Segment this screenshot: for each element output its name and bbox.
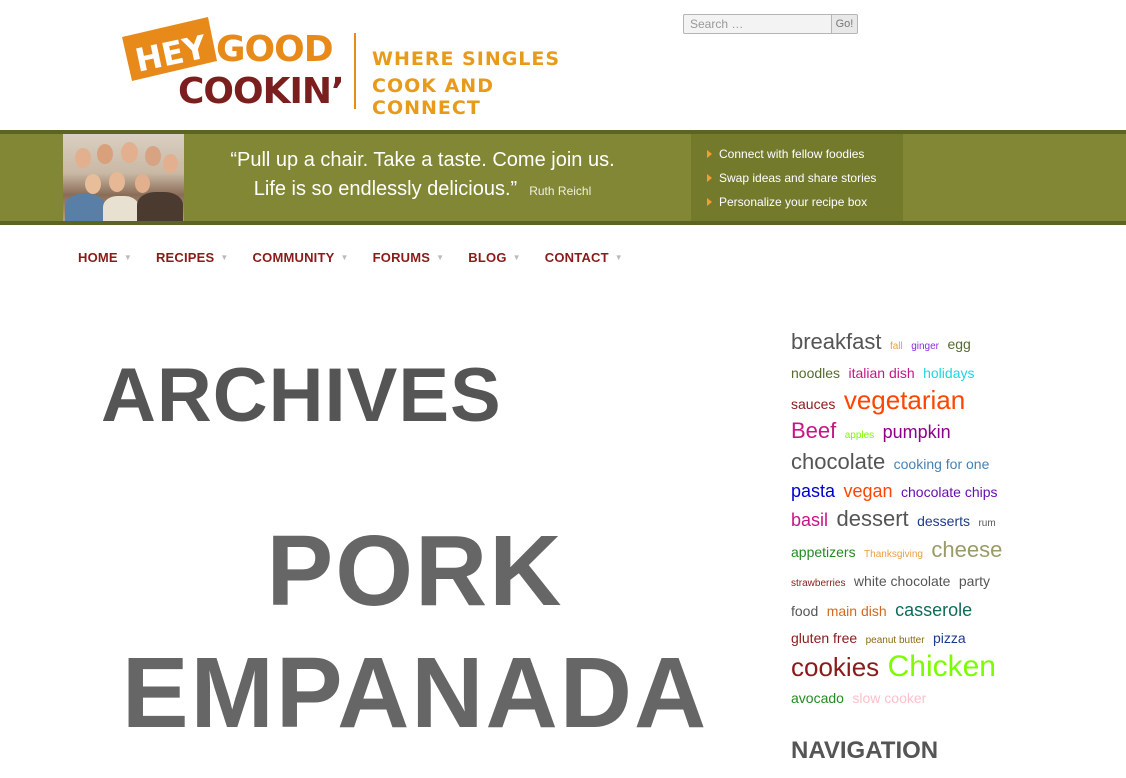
caret-down-icon: ▼ (436, 252, 445, 262)
benefit-item: Personalize your recipe box (691, 192, 903, 216)
site-logo[interactable]: HEY GOOD COOKIN’ WHERE SINGLES COOK AND … (122, 15, 602, 119)
logo-divider (354, 33, 356, 109)
tag-link[interactable]: egg (947, 336, 970, 352)
tag-link[interactable]: cheese (931, 537, 1002, 562)
site-header: HEY GOOD COOKIN’ WHERE SINGLES COOK AND … (0, 0, 1126, 130)
logo-tagline-line-2: COOK AND CONNECT (372, 75, 494, 119)
logo-cookin-text: COOKIN’ (178, 71, 345, 112)
search-form: Go! (683, 14, 858, 34)
benefit-item: Swap ideas and share stories (691, 168, 903, 192)
nav-item-recipes[interactable]: RECIPES ▼ (156, 247, 229, 267)
search-button[interactable]: Go! (831, 14, 858, 34)
quote-line-2-row: Life is so endlessly delicious.” Ruth Rei… (190, 175, 655, 206)
tag-link[interactable]: Chicken (888, 650, 996, 683)
tag-link[interactable]: italian dish (849, 365, 915, 381)
tag-link[interactable]: noodles (791, 365, 840, 381)
nav-label: FORUMS (372, 249, 431, 265)
quote-author: Ruth Reichl (529, 184, 592, 198)
caret-down-icon: ▼ (123, 252, 132, 262)
caret-down-icon: ▼ (340, 252, 349, 262)
tag-link[interactable]: appetizers (791, 544, 856, 560)
tag-cloud: breakfast fall ginger egg noodles italia… (791, 329, 1011, 712)
tag-link[interactable]: pumpkin (883, 422, 951, 442)
tag-link[interactable]: cookies (791, 652, 879, 682)
tag-link[interactable]: basil (791, 510, 828, 530)
hero-banner: “Pull up a chair. Take a taste. Come joi… (0, 130, 1126, 225)
benefit-item: Connect with fellow foodies (691, 144, 903, 168)
tag-link[interactable]: Beef (791, 418, 836, 443)
tag-link[interactable]: slow cooker (852, 690, 926, 706)
nav-label: HOME (78, 249, 118, 265)
nav-label: BLOG (468, 249, 507, 265)
nav-item-home[interactable]: HOME ▼ (78, 247, 132, 267)
tag-link[interactable]: holidays (923, 365, 974, 381)
tag-link[interactable]: chocolate (791, 449, 885, 474)
main-nav: HOME ▼ RECIPES ▼ COMMUNITY ▼ FORUMS ▼ BLOG ▼ … (78, 247, 647, 267)
logo-good-text: GOOD (216, 29, 334, 70)
nav-item-community[interactable]: COMMUNITY ▼ (253, 247, 349, 267)
banner-quote: “Pull up a chair. Take a taste. Come joi… (190, 146, 655, 206)
quote-line-1: “Pull up a chair. Take a taste. Come joi… (230, 149, 615, 171)
tag-link[interactable]: desserts (917, 513, 970, 529)
tag-link[interactable]: strawberries (791, 578, 845, 589)
tag-link[interactable]: pizza (933, 630, 966, 646)
tag-link[interactable]: Thanksgiving (864, 549, 923, 560)
tag-link[interactable]: fall (890, 341, 903, 352)
logo-tagline-line-1: WHERE SINGLES (372, 48, 561, 70)
tag-link[interactable]: sauces (791, 396, 835, 412)
search-input[interactable] (683, 14, 832, 34)
tag-link[interactable]: casserole (895, 600, 972, 620)
tag-link[interactable]: avocado (791, 690, 844, 706)
nav-label: CONTACT (544, 249, 609, 265)
tag-link[interactable]: pasta (791, 481, 835, 501)
benefits-list: Connect with fellow foodies Swap ideas a… (691, 134, 903, 221)
caret-down-icon: ▼ (614, 252, 623, 262)
navigation-heading: NAVIGATION (791, 737, 939, 764)
benefit-label: Swap ideas and share stories (719, 171, 877, 185)
tag-link[interactable]: main dish (827, 603, 887, 619)
tag-link[interactable]: gluten free (791, 630, 857, 646)
bullet-arrow-icon (707, 150, 712, 158)
benefit-label: Personalize your recipe box (719, 195, 868, 209)
tag-link[interactable]: rum (978, 518, 995, 529)
archives-heading: ARCHIVES (101, 353, 502, 438)
nav-item-contact[interactable]: CONTACT ▼ (545, 247, 623, 267)
nav-item-forums[interactable]: FORUMS ▼ (373, 247, 445, 267)
bullet-arrow-icon (707, 198, 712, 206)
caret-down-icon: ▼ (512, 252, 521, 262)
tag-link[interactable]: apples (845, 430, 874, 441)
tag-link[interactable]: breakfast (791, 329, 882, 354)
nav-label: RECIPES (155, 249, 215, 265)
caret-down-icon: ▼ (220, 252, 229, 262)
tag-link[interactable]: vegetarian (844, 385, 965, 415)
tag-link[interactable]: peanut butter (866, 635, 925, 646)
tag-link[interactable]: cooking for one (894, 456, 990, 472)
tag-link[interactable]: vegan (844, 481, 893, 501)
bullet-arrow-icon (707, 174, 712, 182)
nav-item-blog[interactable]: BLOG ▼ (468, 247, 520, 267)
nav-label: COMMUNITY (252, 249, 335, 265)
post-title-link[interactable]: PORK EMPANADA (95, 510, 735, 754)
group-photo (63, 134, 184, 221)
benefit-label: Connect with fellow foodies (719, 147, 865, 161)
tag-link[interactable]: dessert (836, 506, 908, 531)
tag-link[interactable]: ginger (911, 341, 939, 352)
tag-link[interactable]: white chocolate (854, 573, 951, 589)
tag-link[interactable]: chocolate chips (901, 484, 998, 500)
quote-line-2: Life is so endlessly delicious.” (253, 178, 518, 200)
